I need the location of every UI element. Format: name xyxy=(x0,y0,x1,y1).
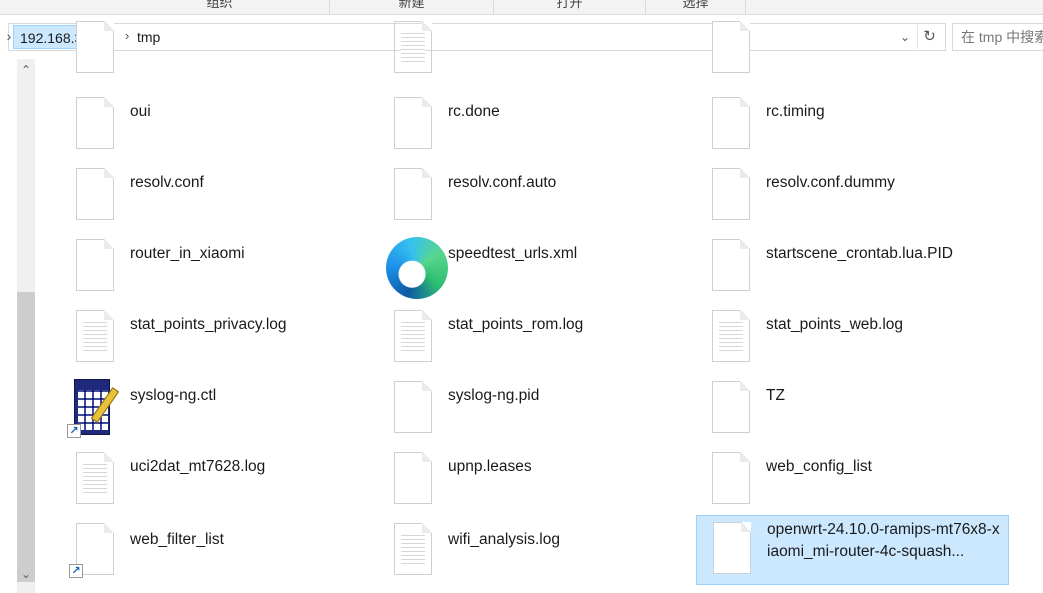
text-file-icon xyxy=(712,310,750,362)
blank-file-icon xyxy=(76,239,114,291)
blank-file-icon xyxy=(712,168,750,220)
file-name: TZ xyxy=(766,387,785,404)
file-item[interactable]: stat_points_privacy.log xyxy=(60,308,372,374)
text-file-icon xyxy=(394,523,432,575)
blank-file-icon xyxy=(394,97,432,149)
file-item[interactable]: TZ xyxy=(696,379,1008,445)
file-name: resolv.conf xyxy=(130,174,204,191)
file-item[interactable]: syslog-ng.pid xyxy=(378,379,690,445)
file-item[interactable]: rc.done xyxy=(378,95,690,161)
file-name: rc.timing xyxy=(766,103,825,120)
file-item-partial[interactable] xyxy=(378,19,690,85)
shortcut-app-icon: ↗ xyxy=(67,379,120,438)
file-grid: oui rc.done rc.timing resolv.conf resolv… xyxy=(0,21,1043,593)
blank-file-icon xyxy=(394,168,432,220)
ribbon-group-select: 选择 xyxy=(646,0,746,14)
text-file-icon xyxy=(76,452,114,504)
file-name: stat_points_rom.log xyxy=(448,316,584,333)
file-name: startscene_crontab.lua.PID xyxy=(766,245,953,262)
file-item-selected[interactable]: openwrt-24.10.0-ramips-mt76x8-xiaomi_mi-… xyxy=(696,515,1009,585)
text-file-icon xyxy=(394,310,432,362)
file-item[interactable]: web_config_list xyxy=(696,450,1008,516)
blank-file-icon xyxy=(712,452,750,504)
blank-file-icon xyxy=(76,21,114,73)
file-item[interactable]: speedtest_urls.xml xyxy=(378,237,690,303)
blank-file-icon xyxy=(76,168,114,220)
blank-file-icon xyxy=(712,97,750,149)
file-name: upnp.leases xyxy=(448,458,532,475)
shortcut-file-icon: ↗ xyxy=(69,523,114,578)
text-file-icon xyxy=(76,310,114,362)
file-name: speedtest_urls.xml xyxy=(448,245,578,262)
blank-file-icon xyxy=(712,239,750,291)
shortcut-arrow-icon: ↗ xyxy=(69,564,83,578)
file-item[interactable]: oui xyxy=(60,95,372,161)
file-name: wifi_analysis.log xyxy=(448,531,560,548)
file-name: syslog-ng.ctl xyxy=(130,387,217,404)
file-item[interactable]: stat_points_rom.log xyxy=(378,308,690,374)
file-name: openwrt-24.10.0-ramips-mt76x8-xiaomi_mi-… xyxy=(767,521,1000,560)
file-name: web_config_list xyxy=(766,458,872,475)
file-item[interactable]: ↗ web_filter_list xyxy=(60,521,372,587)
file-item-partial[interactable] xyxy=(60,19,372,85)
file-item[interactable]: stat_points_web.log xyxy=(696,308,1008,374)
file-name: syslog-ng.pid xyxy=(448,387,540,404)
file-name: web_filter_list xyxy=(130,531,224,548)
file-name: uci2dat_mt7628.log xyxy=(130,458,266,475)
ribbon-group-labels: 组织 新建 打开 选择 xyxy=(0,0,1043,15)
text-file-icon xyxy=(394,21,432,73)
file-item[interactable]: resolv.conf xyxy=(60,166,372,232)
file-item[interactable]: startscene_crontab.lua.PID xyxy=(696,237,1008,303)
file-name: rc.done xyxy=(448,103,500,120)
blank-file-icon xyxy=(712,381,750,433)
file-item[interactable]: wifi_analysis.log xyxy=(378,521,690,587)
file-item[interactable]: router_in_xiaomi xyxy=(60,237,372,303)
blank-file-icon xyxy=(712,21,750,73)
file-item[interactable]: resolv.conf.auto xyxy=(378,166,690,232)
file-item[interactable]: uci2dat_mt7628.log xyxy=(60,450,372,516)
file-name: stat_points_web.log xyxy=(766,316,904,333)
ribbon-group-organize: 组织 xyxy=(110,0,330,14)
file-item-partial[interactable] xyxy=(696,19,1008,85)
file-name: resolv.conf.dummy xyxy=(766,174,895,191)
edge-browser-icon xyxy=(386,237,448,299)
blank-file-icon xyxy=(713,522,751,574)
file-name: oui xyxy=(130,103,151,120)
ribbon-group-new: 新建 xyxy=(330,0,494,14)
file-name: resolv.conf.auto xyxy=(448,174,557,191)
file-name: stat_points_privacy.log xyxy=(130,316,287,333)
file-item[interactable]: upnp.leases xyxy=(378,450,690,516)
ribbon-group-open: 打开 xyxy=(494,0,646,14)
file-item[interactable]: rc.timing xyxy=(696,95,1008,161)
file-item[interactable]: ↗ syslog-ng.ctl xyxy=(60,379,372,445)
blank-file-icon xyxy=(394,381,432,433)
file-item[interactable]: resolv.conf.dummy xyxy=(696,166,1008,232)
file-name: router_in_xiaomi xyxy=(130,245,245,262)
shortcut-arrow-icon: ↗ xyxy=(67,424,81,438)
blank-file-icon xyxy=(76,97,114,149)
blank-file-icon xyxy=(394,452,432,504)
